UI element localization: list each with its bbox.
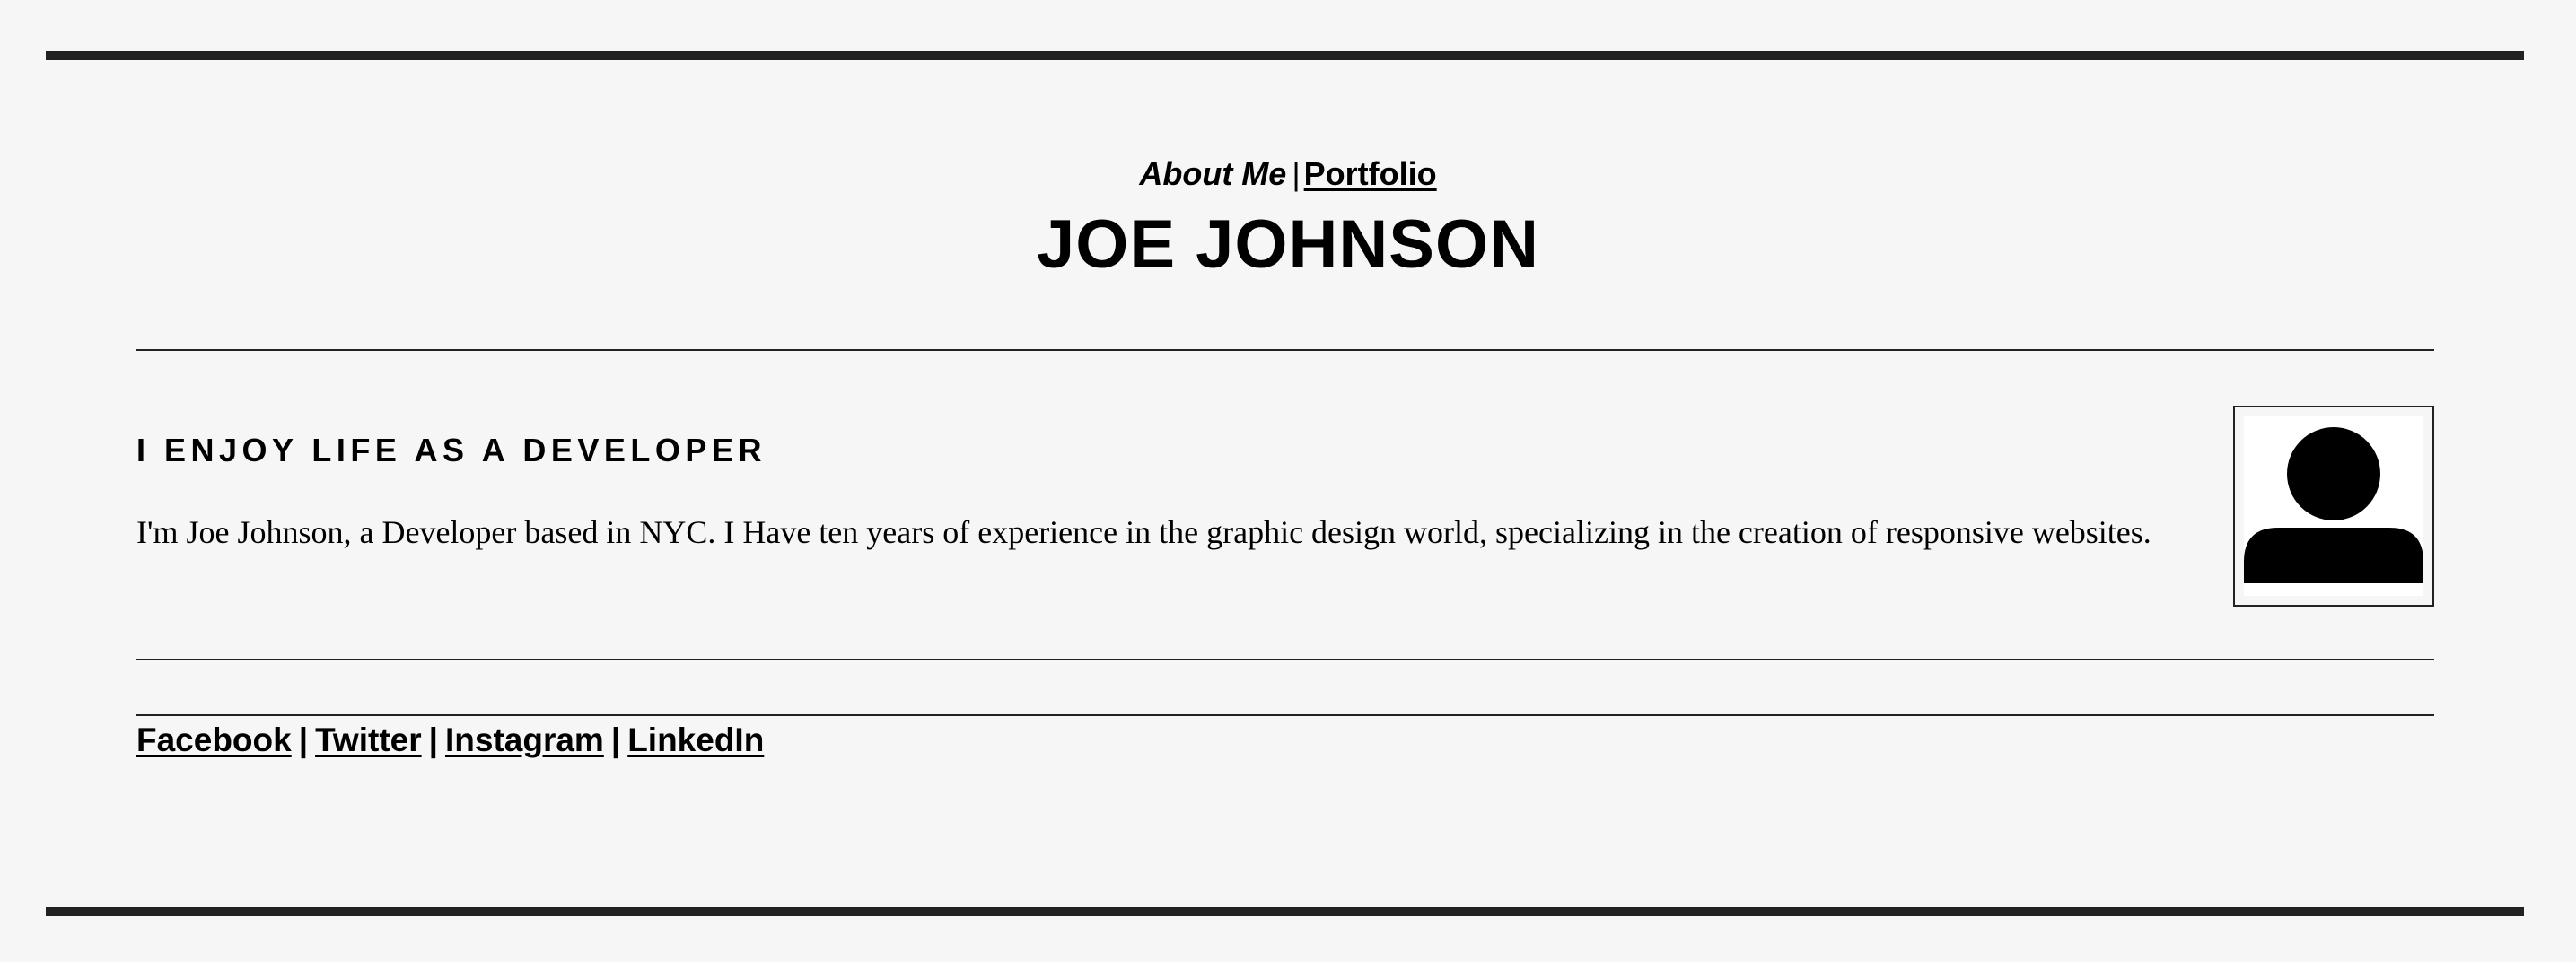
social-link-instagram[interactable]: Instagram — [445, 722, 604, 758]
user-icon — [2244, 427, 2423, 583]
nav-separator: | — [1292, 155, 1301, 192]
nav-about-me[interactable]: About Me — [1139, 155, 1286, 192]
social-separator: | — [298, 722, 309, 758]
social-link-twitter[interactable]: Twitter — [315, 722, 422, 758]
tagline-heading: I ENJOY LIFE AS A DEVELOPER — [136, 432, 767, 468]
page-title: JOE JOHNSON — [1036, 206, 1540, 283]
divider-middle — [136, 659, 2434, 660]
social-links: Facebook | Twitter | Instagram | LinkedIn — [136, 718, 764, 763]
avatar-image — [2244, 416, 2423, 596]
top-border — [46, 51, 2524, 60]
social-separator: | — [428, 722, 438, 758]
divider-top — [136, 349, 2434, 351]
bottom-border — [46, 907, 2524, 916]
page: About Me | Portfolio JOE JOHNSON I ENJOY L… — [0, 0, 2576, 962]
divider-social — [136, 714, 2434, 716]
social-separator: | — [610, 722, 621, 758]
top-nav: About Me | Portfolio — [0, 153, 2576, 196]
nav-portfolio-link[interactable]: Portfolio — [1304, 155, 1437, 192]
social-link-linkedin[interactable]: LinkedIn — [627, 722, 764, 758]
bio-paragraph: I'm Joe Johnson, a Developer based in NY… — [136, 514, 2151, 550]
avatar — [2233, 406, 2434, 607]
social-link-facebook[interactable]: Facebook — [136, 722, 292, 758]
